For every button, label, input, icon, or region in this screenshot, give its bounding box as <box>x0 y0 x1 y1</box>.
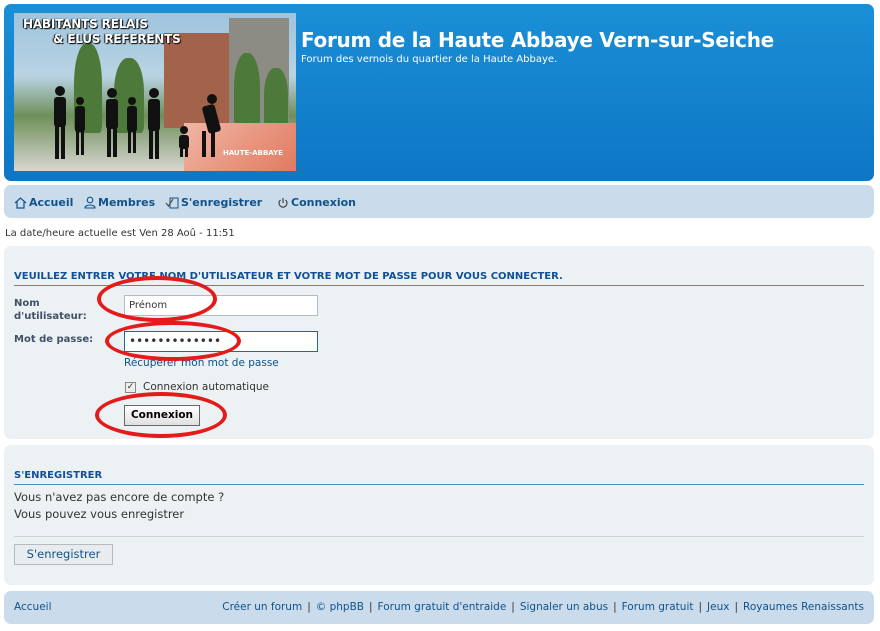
footer-link-phpbb[interactable]: © phpBB <box>316 601 364 613</box>
footer-separator: | <box>698 601 703 613</box>
site-header: HABITANTS RELAIS & ELUS REFERENTS HAUTE-… <box>4 4 874 181</box>
site-description: Forum des vernois du quartier de la Haut… <box>301 54 558 65</box>
site-title: Forum de la Haute Abbaye Vern-sur-Seiche <box>301 28 774 52</box>
footer-link-free-forum[interactable]: Forum gratuit <box>622 601 694 613</box>
register-button[interactable]: S'enregistrer <box>14 544 113 565</box>
register-divider <box>14 536 864 537</box>
nav-item-connexion[interactable]: Connexion <box>277 196 356 209</box>
footer-link-entraide[interactable]: Forum gratuit d'entraide <box>378 601 507 613</box>
password-label: Mot de passe: <box>14 334 94 345</box>
current-date: La date/heure actuelle est Ven 28 Aoû - … <box>5 228 235 239</box>
nav-item-membres[interactable]: Membres <box>84 196 155 209</box>
power-icon <box>278 197 288 208</box>
nav-label: Accueil <box>29 196 74 209</box>
home-icon <box>14 196 27 209</box>
nav-item-register[interactable]: S'enregistrer <box>165 196 262 209</box>
footer-links: Créer un forum | © phpBB | Forum gratuit… <box>222 601 864 613</box>
footer-separator: | <box>613 601 617 613</box>
forgot-password-link[interactable]: Récupérer mon mot de passe <box>124 357 279 369</box>
banner-title-line2: & ELUS REFERENTS <box>53 32 181 46</box>
register-icon <box>165 197 179 209</box>
username-label-line2: d'utilisateur: <box>14 311 87 322</box>
banner-stamp: HAUTE-ABBAYE <box>223 149 283 157</box>
nav-label: Membres <box>98 196 156 209</box>
footer-link-create-forum[interactable]: Créer un forum <box>222 601 302 613</box>
footer-link-report-abuse[interactable]: Signaler un abus <box>520 601 608 613</box>
register-panel: S'enregistrer Vous n'avez pas encore de … <box>4 445 874 585</box>
login-submit-button[interactable]: Connexion <box>124 405 200 426</box>
register-text-line2: Vous pouvez vous enregistrer <box>14 507 185 521</box>
footer-separator: | <box>307 601 311 613</box>
banner-title: HABITANTS RELAIS & ELUS REFERENTS <box>23 17 181 47</box>
banner-title-line1: HABITANTS RELAIS <box>23 17 148 31</box>
login-heading: Veuillez entrer votre nom d'utilisateur … <box>14 271 864 286</box>
nav-label: Connexion <box>291 196 357 209</box>
username-label: Nom d'utilisateur: <box>14 297 87 323</box>
footer-separator: | <box>511 601 515 613</box>
password-field[interactable]: ••••••••••••• <box>124 331 318 352</box>
banner-image[interactable]: HABITANTS RELAIS & ELUS REFERENTS HAUTE-… <box>14 13 296 171</box>
register-heading: S'enregistrer <box>14 470 864 485</box>
nav-item-accueil[interactable]: Accueil <box>14 196 73 209</box>
register-text-line1: Vous n'avez pas encore de compte ? <box>14 490 225 504</box>
footer-link-royaumes[interactable]: Royaumes Renaissants <box>743 601 864 613</box>
footer: Accueil Créer un forum | © phpBB | Forum… <box>4 591 874 624</box>
nav-label: S'enregistrer <box>181 196 263 209</box>
username-field[interactable] <box>124 295 318 316</box>
auto-login-label: Connexion automatique <box>143 381 269 393</box>
footer-separator: | <box>368 601 373 613</box>
footer-separator: | <box>734 601 739 613</box>
username-label-line1: Nom <box>14 298 40 309</box>
footer-home-link[interactable]: Accueil <box>14 601 52 613</box>
user-icon <box>84 196 96 209</box>
auto-login-checkbox[interactable]: ✓ <box>125 382 136 393</box>
nav-bar: Accueil Membres S'enregistrer Connexion <box>4 185 874 218</box>
footer-link-games[interactable]: Jeux <box>707 601 729 613</box>
login-panel: Veuillez entrer votre nom d'utilisateur … <box>4 246 874 439</box>
